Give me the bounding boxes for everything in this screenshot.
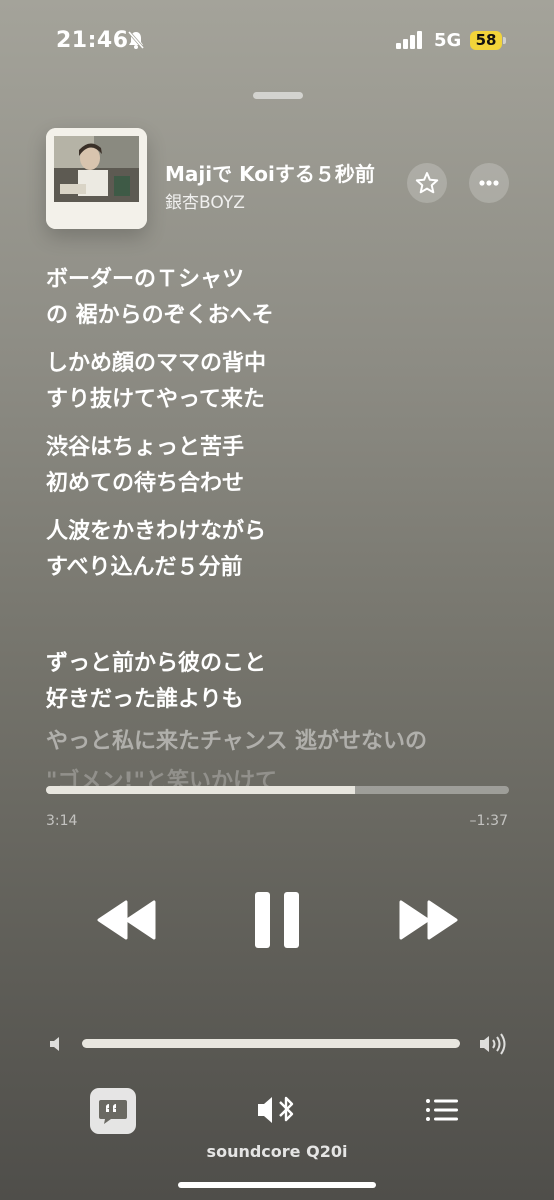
speaker-bluetooth-icon [258, 1096, 294, 1123]
lyric-line[interactable]: 好きだった誰よりも [46, 682, 516, 718]
fast-forward-icon [399, 900, 458, 940]
volume-low-icon [48, 1034, 66, 1054]
pause-button[interactable] [251, 890, 303, 950]
lyric-stanza[interactable]: しかめ顔のママの背中 すり抜けてやって来た [46, 346, 516, 418]
lyric-line[interactable]: すべり込んだ５分前 [46, 550, 516, 586]
lyric-line[interactable]: すり抜けてやって来た [46, 382, 516, 418]
lyric-line[interactable]: 初めての待ち合わせ [46, 466, 516, 502]
battery-indicator: 58 [470, 31, 502, 50]
elapsed-time: 3:14 [46, 813, 78, 829]
cellular-signal-icon [396, 30, 426, 50]
volume-slider[interactable] [82, 1039, 460, 1048]
audio-output-button[interactable] [256, 1092, 300, 1128]
star-icon [415, 172, 439, 194]
remaining-time: –1:37 [469, 813, 508, 829]
lyric-line[interactable]: ずっと前から彼のこと [46, 646, 516, 682]
quote-bubble-icon [99, 1100, 127, 1124]
lyrics-button[interactable] [90, 1088, 136, 1134]
next-track-button[interactable] [397, 898, 459, 942]
playback-scrubber[interactable] [46, 786, 509, 794]
lyric-stanza[interactable]: 渋谷はちょっと苦手 初めての待ち合わせ [46, 430, 516, 502]
queue-button[interactable] [425, 1096, 459, 1124]
ellipsis-icon [479, 180, 499, 186]
volume-fill [82, 1039, 460, 1048]
output-device-label[interactable]: soundcore Q20i [0, 1142, 554, 1161]
bell-slash-icon [126, 30, 146, 50]
artist-name[interactable]: 銀杏BOYZ [165, 188, 245, 213]
battery-tip [503, 37, 506, 44]
volume-high-icon [478, 1032, 508, 1056]
status-time: 21:46 [56, 28, 129, 53]
home-indicator[interactable] [178, 1182, 376, 1188]
lyric-line[interactable]: ボーダーのＴシャツ [46, 262, 516, 298]
lyric-stanza[interactable]: ボーダーのＴシャツ の 裾からのぞくおへそ [46, 262, 516, 334]
rewind-icon [97, 900, 156, 940]
song-title: Majiで Koiする５秒前 [165, 162, 375, 186]
lyric-stanza[interactable]: 人波をかきわけながら すべり込んだ５分前 [46, 514, 516, 586]
network-type: 5G [434, 30, 462, 51]
list-icon [426, 1099, 458, 1121]
lyric-line[interactable]: の 裾からのぞくおへそ [46, 298, 516, 334]
lyric-line-upcoming[interactable]: "ゴメン!"と笑いかけて [46, 764, 516, 800]
pause-icon [255, 892, 299, 948]
lyrics-panel[interactable]: ボーダーのＴシャツ の 裾からのぞくおへそ しかめ顔のママの背中 すり抜けてやっ… [46, 262, 516, 800]
lyric-stanza[interactable]: ずっと前から彼のこと 好きだった誰よりも [46, 646, 516, 718]
lyric-spacer [46, 598, 516, 646]
lyric-line[interactable]: 渋谷はちょっと苦手 [46, 430, 516, 466]
sheet-grabber[interactable] [253, 92, 303, 99]
more-options-button[interactable] [469, 163, 509, 203]
scrubber-fill [46, 786, 355, 794]
lyric-line-upcoming[interactable]: やっと私に来たチャンス 逃がせないの [46, 724, 516, 760]
previous-track-button[interactable] [96, 898, 158, 942]
lyric-line[interactable]: 人波をかきわけながら [46, 514, 516, 550]
favorite-button[interactable] [407, 163, 447, 203]
lyric-line[interactable]: しかめ顔のママの背中 [46, 346, 516, 382]
album-artwork[interactable] [46, 128, 147, 229]
